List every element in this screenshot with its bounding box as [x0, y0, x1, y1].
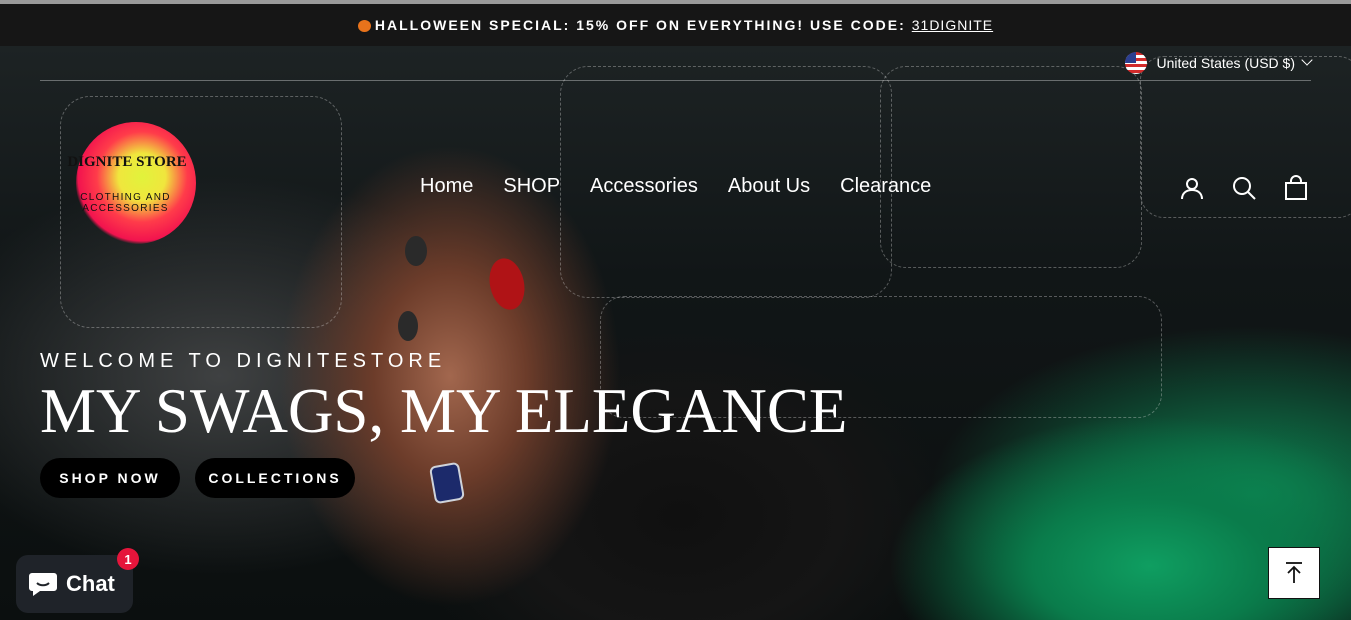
- currency-label: United States (USD $): [1156, 55, 1296, 71]
- us-flag-icon: [1124, 52, 1147, 74]
- main-nav: Home SHOP Accessories About Us Clearance: [405, 172, 946, 200]
- promo-code-link[interactable]: 31DIGNITE: [912, 17, 993, 33]
- search-icon[interactable]: [1231, 175, 1257, 201]
- logo-splash: [76, 122, 196, 244]
- currency-selector[interactable]: United States (USD $): [1124, 51, 1313, 75]
- announcement-bar: HALLOWEEN SPECIAL: 15% OFF ON EVERYTHING…: [0, 4, 1351, 46]
- cart-icon[interactable]: [1283, 175, 1309, 201]
- chat-bubble-icon: [29, 573, 57, 596]
- earring: [428, 461, 466, 505]
- nav-item-about-us[interactable]: About Us: [713, 172, 825, 200]
- account-icon[interactable]: [1179, 175, 1205, 201]
- arrow-up-icon: [1286, 562, 1302, 583]
- model-lips: [484, 255, 530, 313]
- logo-tagline: CLOTHING AND ACCESSORIES: [80, 192, 171, 214]
- model-eye: [405, 236, 427, 266]
- shop-now-button[interactable]: SHOP NOW: [40, 458, 180, 498]
- nav-item-shop[interactable]: SHOP: [488, 172, 575, 200]
- logo-name: DIGNITE STORE: [67, 154, 187, 170]
- chevron-down-icon: [1301, 54, 1313, 66]
- nav-item-accessories[interactable]: Accessories: [575, 172, 713, 200]
- header-divider: [40, 80, 1311, 81]
- header-icons: [1179, 175, 1309, 201]
- pumpkin-icon: [357, 20, 371, 32]
- chat-label: Chat: [66, 571, 115, 596]
- nav-item-clearance[interactable]: Clearance: [825, 172, 946, 200]
- hero-headline: MY SWAGS, MY ELEGANCE: [40, 376, 848, 446]
- nav-item-home[interactable]: Home: [405, 172, 488, 200]
- collections-button[interactable]: COLLECTIONS: [195, 458, 355, 498]
- announcement-text: HALLOWEEN SPECIAL: 15% OFF ON EVERYTHING…: [374, 17, 906, 33]
- store-logo[interactable]: DIGNITE STORE CLOTHING AND ACCESSORIES: [38, 122, 213, 247]
- chat-button[interactable]: Chat: [16, 555, 133, 613]
- model-eye: [398, 311, 418, 341]
- couch-seam: [880, 66, 1142, 268]
- back-to-top-button[interactable]: [1268, 547, 1320, 599]
- chat-notification-badge: 1: [117, 548, 139, 570]
- hero-kicker: WELCOME TO DIGNITESTORE: [40, 350, 447, 372]
